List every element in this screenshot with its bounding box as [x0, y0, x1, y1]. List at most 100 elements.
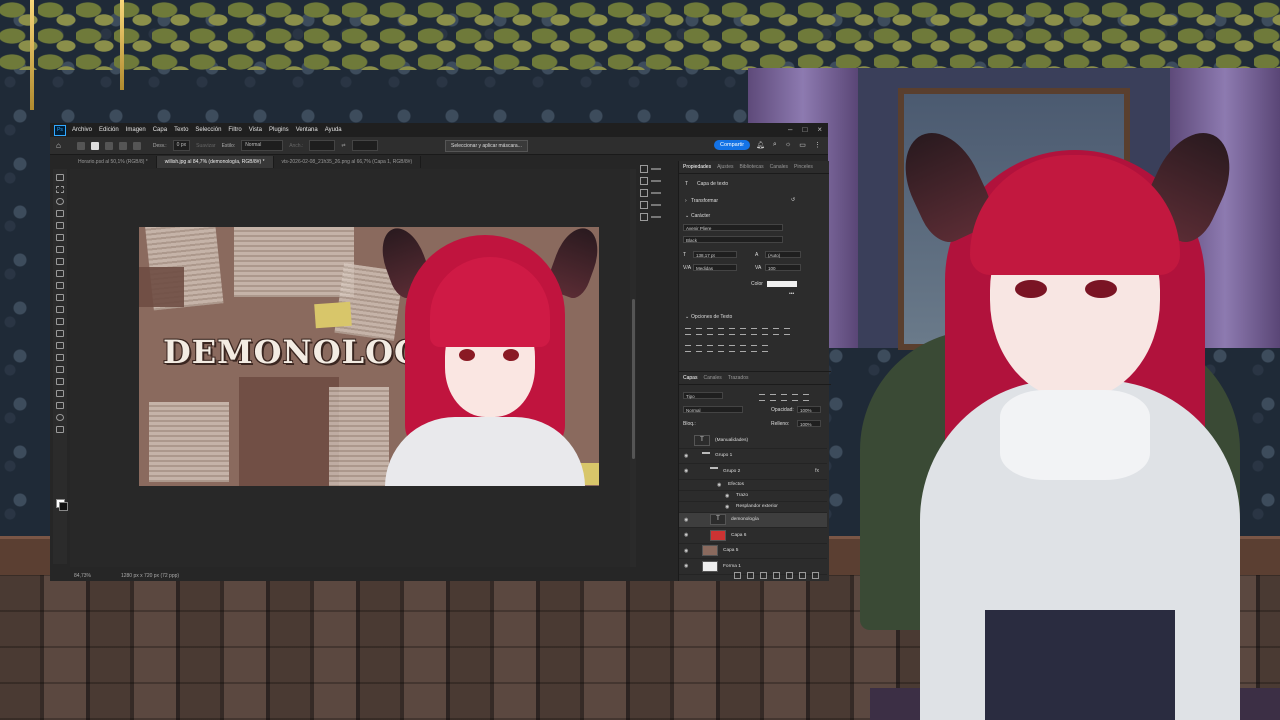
layer-efectos[interactable]: ◉ Efectos — [679, 480, 827, 491]
transform-header[interactable]: Transformar — [691, 198, 718, 204]
blend-mode-select[interactable]: Normal — [683, 406, 743, 413]
menu-capa[interactable]: Capa — [153, 127, 167, 133]
gradient-tool-icon[interactable] — [56, 318, 64, 325]
filter-shape-icon[interactable] — [792, 394, 798, 401]
eye-icon[interactable]: ◉ — [725, 493, 731, 499]
eye-icon[interactable]: ◉ — [684, 517, 690, 523]
opacity-input[interactable]: 100% — [797, 406, 821, 413]
underline-icon[interactable] — [751, 345, 757, 352]
stamp-tool-icon[interactable] — [56, 282, 64, 289]
menu-archivo[interactable]: Archivo — [72, 127, 92, 133]
subscript-icon[interactable] — [740, 345, 746, 352]
tab-pinceles[interactable]: Pinceles — [794, 164, 813, 170]
text-orientation-icon[interactable] — [762, 328, 768, 335]
blur-tool-icon[interactable] — [56, 330, 64, 337]
delete-layer-icon[interactable] — [812, 572, 819, 579]
tab-ajustes[interactable]: Ajustes — [717, 164, 733, 170]
small-caps-icon[interactable] — [718, 345, 724, 352]
character-section[interactable]: ⌄ — [685, 213, 689, 219]
quick-select-icon[interactable] — [56, 210, 64, 217]
layer-filter-select[interactable]: Tipo — [683, 392, 723, 399]
eyedropper-tool-icon[interactable] — [56, 246, 64, 253]
thumbnail-artwork[interactable]: DEMONOLOGÍA — [139, 227, 599, 486]
menu-ventana[interactable]: Ventana — [296, 127, 318, 133]
eye-icon[interactable]: ◉ — [684, 548, 690, 554]
tab-willish[interactable]: willish.jpg al 84,7% (demonología, RGB/8… — [156, 156, 274, 168]
more-icon[interactable]: ⋮ — [814, 141, 821, 149]
zoom-level[interactable]: 84,73% — [74, 573, 91, 579]
strikethrough-icon[interactable] — [762, 345, 768, 352]
close-icon[interactable]: × — [817, 125, 822, 134]
filter-smart-icon[interactable] — [803, 394, 809, 401]
eraser-tool-icon[interactable] — [56, 306, 64, 313]
align-right-icon[interactable] — [707, 328, 713, 335]
move-tool-icon[interactable] — [56, 174, 64, 181]
menu-imagen[interactable]: Imagen — [126, 127, 146, 133]
all-caps-icon[interactable] — [707, 345, 713, 352]
new-group-icon[interactable] — [786, 572, 793, 579]
reset-icon[interactable]: ↺ — [791, 197, 795, 203]
brush-tool-icon[interactable] — [56, 270, 64, 277]
height-input[interactable] — [351, 140, 378, 151]
more-options-icon[interactable]: ••• — [789, 291, 794, 297]
lasso-tool-icon[interactable] — [56, 198, 64, 205]
menu-ayuda[interactable]: Ayuda — [325, 127, 342, 133]
justify-last-icon[interactable] — [740, 328, 746, 335]
workspace-icon[interactable]: ▭ — [799, 141, 806, 149]
bell-icon[interactable]: 🔔︎ — [756, 141, 765, 149]
layer-demonologia[interactable]: ◉ T demonología — [679, 512, 827, 528]
layer-grupo-2[interactable]: ◉ Grupo 2 fx — [679, 464, 827, 480]
kerning-input[interactable]: Medidas — [693, 264, 737, 271]
align-left-icon[interactable] — [685, 328, 691, 335]
layer-manualidades[interactable]: T (Manualidades) — [679, 433, 827, 449]
mini-panel-history[interactable] — [640, 163, 674, 175]
light-icon[interactable]: ☼ — [785, 141, 791, 149]
text-options-header[interactable]: Opciones de Texto — [691, 314, 732, 320]
menu-texto[interactable]: Texto — [174, 127, 188, 133]
share-button[interactable]: Compartir — [714, 140, 751, 150]
eye-icon[interactable]: ◉ — [684, 453, 690, 459]
eye-icon[interactable]: ◉ — [717, 482, 723, 488]
transform-section[interactable]: › — [685, 198, 687, 204]
mini-panel-character[interactable] — [640, 187, 674, 199]
text-options-section[interactable]: ⌄ — [685, 314, 689, 320]
layer-resplandor[interactable]: ◉ Resplandor exterior — [679, 502, 827, 513]
dodge-tool-icon[interactable] — [56, 342, 64, 349]
eye-icon[interactable]: ◉ — [725, 504, 731, 510]
filter-adjust-icon[interactable] — [770, 394, 776, 401]
home-icon[interactable]: ⌂ — [56, 141, 61, 150]
layer-grupo-1[interactable]: ◉ Grupo 1 — [679, 449, 827, 464]
layer-trazo[interactable]: ◉ Trazo — [679, 491, 827, 502]
zoom-tool-icon[interactable] — [56, 414, 64, 421]
link-layers-icon[interactable] — [734, 572, 741, 579]
intersect-selection-icon[interactable] — [132, 141, 141, 150]
mini-panel-actions[interactable] — [640, 175, 674, 187]
menu-vista[interactable]: Vista — [249, 127, 262, 133]
warp-text-icon[interactable] — [773, 328, 779, 335]
tab-propiedades[interactable]: Propiedades — [683, 164, 711, 170]
select-and-mask-button[interactable]: Seleccionar y aplicar máscara... — [445, 140, 528, 152]
tab-capas[interactable]: Capas — [683, 375, 697, 381]
tab-vts-screenshot[interactable]: vts-2026-02-08_21h35_26.png al 66,7% (Ca… — [274, 156, 422, 168]
frame-tool-icon[interactable] — [56, 234, 64, 241]
minimize-icon[interactable]: – — [788, 125, 792, 134]
faux-bold-icon[interactable] — [685, 345, 691, 352]
filter-type-icon[interactable] — [781, 394, 787, 401]
mini-panel-paragraph[interactable] — [640, 199, 674, 211]
tab-bibliotecas[interactable]: Bibliotecas — [739, 164, 763, 170]
shape-tool-icon[interactable] — [56, 390, 64, 397]
eye-icon[interactable]: ◉ — [684, 563, 690, 569]
more-text-icon[interactable] — [784, 328, 790, 335]
canvas-scrollbar[interactable] — [630, 169, 636, 567]
menu-filtro[interactable]: Filtro — [228, 127, 241, 133]
marquee-tool-icon[interactable] — [76, 141, 85, 150]
text-color-swatch[interactable] — [767, 281, 797, 287]
fx-icon[interactable] — [747, 572, 754, 579]
menu-plugins[interactable]: Plugins — [269, 127, 289, 133]
swap-icon[interactable]: ⇄ — [341, 143, 345, 149]
tab-horario[interactable]: Horario.psd al 50,1% (RGB/8) * — [70, 156, 157, 168]
align-center-icon[interactable] — [696, 328, 702, 335]
eye-icon[interactable]: ◉ — [684, 468, 690, 474]
fill-input[interactable]: 100% — [797, 420, 821, 427]
leading-input[interactable]: (Auto) — [765, 251, 801, 258]
